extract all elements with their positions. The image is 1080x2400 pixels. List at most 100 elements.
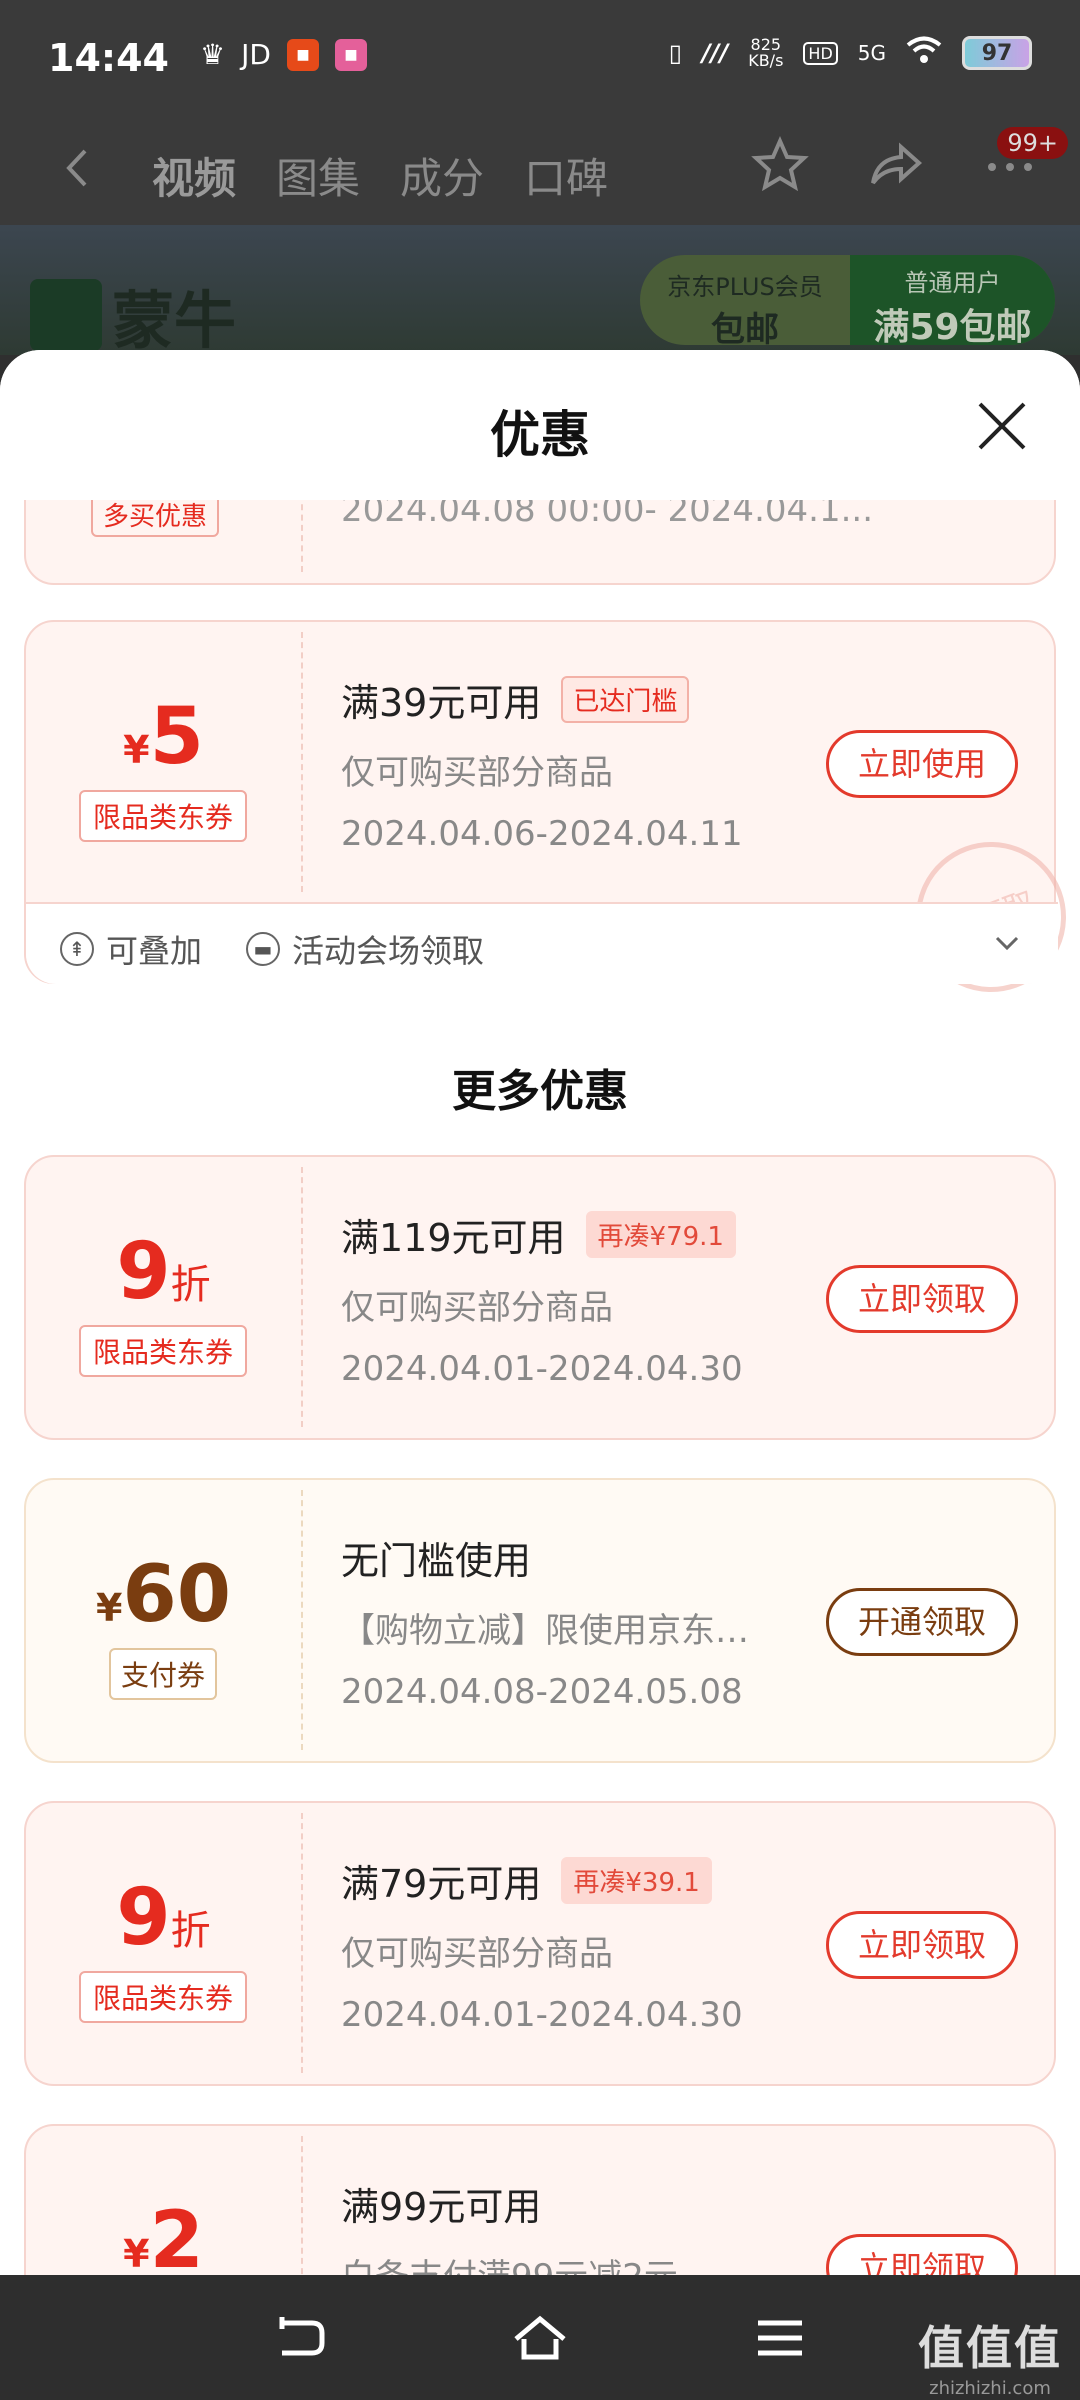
coupon-condition-row: 满39元可用 已达门槛 <box>341 672 821 727</box>
coupon-divider <box>301 1167 303 1427</box>
coupon-type-tag: 限品类东券 <box>79 1325 247 1377</box>
claim-now-button[interactable]: 立即领取 <box>826 2234 1018 2275</box>
back-arrow-icon[interactable] <box>55 145 101 191</box>
coupon-value-area: ¥5 限品类东券 <box>26 622 301 902</box>
event-venue-label: 活动会场领取 <box>292 932 485 970</box>
coupon-type-tag: 支付券 <box>109 1648 217 1700</box>
coupon-details: 满39元可用 已达门槛 仅可购买部分商品 2024.04.06-2024.04.… <box>341 672 821 854</box>
hd-icon: HD <box>803 41 838 65</box>
coupon-scope: 仅可购买部分商品 <box>341 1288 613 1328</box>
activate-claim-button[interactable]: 开通领取 <box>826 1588 1018 1656</box>
coupon-divider <box>301 632 303 892</box>
coupon-type-tag: 限品类东券 <box>79 790 247 842</box>
coupon-scope: 【购物立减】限使用京东… <box>341 1611 749 1651</box>
coupon-card: 9折 限品类东券 满119元可用 再凑¥79.1 仅可购买部分商品 2024.0… <box>24 1155 1056 1440</box>
coupon-amount-unit: 折 <box>170 1908 211 1954</box>
more-offers-title: 更多优惠 <box>452 1066 628 1117</box>
status-system-icons: ▯ /// 825 KB/s HD 5G 97 <box>669 36 1032 70</box>
coupon-value-area: 9折 限品类东券 <box>26 1803 301 2083</box>
home-nav-icon[interactable] <box>512 2313 568 2363</box>
back-nav-icon[interactable] <box>272 2313 328 2363</box>
coupon-condition: 满119元可用 <box>341 1216 566 1260</box>
favorite-star-icon[interactable] <box>750 135 810 195</box>
watermark: 值值值 zhizhizhi.com <box>918 2312 1062 2399</box>
brand-banner: 蒙牛 京东PLUS会员 包邮 普通用户 满59包邮 <box>0 225 1080 357</box>
coupon-amount-value: 9 <box>116 1227 171 1317</box>
coupon-divider <box>301 1490 303 1750</box>
brand-logo: 蒙牛 <box>30 270 236 360</box>
regular-user-label: 普通用户 <box>904 269 1001 297</box>
sheet-header: 优惠 <box>0 350 1080 500</box>
coupon-scope: 白条支付满99元减2元 … <box>341 2249 821 2275</box>
coupon-condition: 无门槛使用 <box>341 1539 532 1583</box>
tab-ingredients[interactable]: 成分 <box>400 145 484 206</box>
use-now-button[interactable]: 立即使用 <box>826 730 1018 798</box>
stackable-label: 可叠加 <box>106 932 203 970</box>
tab-gallery[interactable]: 图集 <box>276 145 360 206</box>
coupon-card: ¥2 满99元可用 白条支付满99元减2元 … 立即领取 <box>24 2124 1056 2275</box>
coupon-amount-value: 9 <box>116 1873 171 1963</box>
coupon-amount-value: 60 <box>122 1550 231 1640</box>
app-icon-red: ■ <box>286 38 319 71</box>
claim-now-button[interactable]: 立即领取 <box>826 1265 1018 1333</box>
battery-icon: 97 <box>962 36 1032 70</box>
net-speed: 825 KB/s <box>748 37 783 69</box>
coupon-divider <box>301 1813 303 2073</box>
signal-speed-icon: /// <box>701 39 729 67</box>
coupon-amount: ¥60 <box>26 1550 301 1640</box>
coupon-details: 满79元可用 再凑¥39.1 仅可购买部分商品 2024.04.01-2024.… <box>341 1853 821 2035</box>
product-top-nav: 视频 图集 成分 口碑 99+ <box>0 115 1080 225</box>
menu-nav-icon[interactable] <box>752 2313 808 2363</box>
coupon-amount-unit: 折 <box>170 1262 211 1308</box>
watermark-url: zhizhizhi.com <box>929 2378 1051 2399</box>
5g-signal-icon: 5G <box>857 41 886 65</box>
coupon-condition: 满99元可用 <box>341 2185 542 2229</box>
tab-reviews[interactable]: 口碑 <box>524 145 608 206</box>
coupon-details: 满119元可用 再凑¥79.1 仅可购买部分商品 2024.04.01-2024… <box>341 1207 821 1389</box>
sheet-title: 优惠 <box>490 406 590 464</box>
stackable-feature: ⇞ 可叠加 <box>60 926 202 972</box>
coupon-validity: 2024.04.08-2024.05.08 <box>341 1672 743 1712</box>
watermark-logo: 值值值 <box>918 2321 1062 2375</box>
status-time: 14:44 <box>48 36 169 80</box>
discount-sheet: 优惠 多买优惠 2024.04.08 00:00- 2024.04.1... ¥… <box>0 350 1080 2275</box>
plus-member-value: 包邮 <box>711 310 779 345</box>
remaining-amount-tag: 再凑¥79.1 <box>585 1211 736 1258</box>
coupon-condition-row: 无门槛使用 <box>341 1530 821 1585</box>
brand-name: 蒙牛 <box>112 284 237 357</box>
coupon-card: ¥60 支付券 无门槛使用 【购物立减】限使用京东… 2024.04.08-20… <box>24 1478 1056 1763</box>
vibrate-icon: ▯ <box>668 39 682 67</box>
tab-video[interactable]: 视频 <box>152 145 236 206</box>
remaining-amount-tag: 再凑¥39.1 <box>561 1857 712 1904</box>
shipping-info-pill: 京东PLUS会员 包邮 普通用户 满59包邮 <box>640 255 1055 345</box>
claim-now-button[interactable]: 立即领取 <box>826 1911 1018 1979</box>
claimed-coupon-card: ¥5 限品类东券 满39元可用 已达门槛 仅可购买部分商品 2024.04.06… <box>24 620 1080 1014</box>
coupon-validity: 2024.04.01-2024.04.30 <box>341 1349 743 1389</box>
coupon-value-area: 9折 限品类东券 <box>26 1157 301 1437</box>
coupon-amount: ¥2 <box>26 2196 301 2275</box>
share-icon[interactable] <box>865 135 925 195</box>
coupon-condition-row: 满119元可用 再凑¥79.1 <box>341 1207 821 1262</box>
currency-symbol: ¥ <box>96 1586 123 1630</box>
coupon-divider <box>301 2136 303 2275</box>
coupon-amount-value: 2 <box>149 2196 204 2275</box>
brand-mark-icon <box>30 279 102 351</box>
coupon-amount-value: 5 <box>149 692 204 782</box>
coupon-scope: 仅可购买部分商品 <box>341 753 613 793</box>
coupon-type-tag: 限品类东券 <box>79 1971 247 2023</box>
regular-user-value: 满59包邮 <box>873 307 1032 345</box>
close-icon[interactable] <box>974 398 1030 454</box>
coupon-scope: 仅可购买部分商品 <box>341 1934 613 1974</box>
coupon-features-row: ⇞ 可叠加 ▬ 活动会场领取 <box>26 902 1058 984</box>
coupon-condition: 满39元可用 <box>341 681 542 725</box>
stack-icon: ⇞ <box>60 932 94 966</box>
currency-symbol: ¥ <box>123 728 150 772</box>
status-bar: 14:44 ♛ JD ■ ■ ▯ /// 825 KB/s HD 5G 97 <box>0 0 1080 115</box>
coupon-condition-row: 满79元可用 再凑¥39.1 <box>341 1853 821 1908</box>
plus-member-label: 京东PLUS会员 <box>667 273 823 301</box>
chevron-down-icon[interactable] <box>992 928 1022 958</box>
net-speed-unit: KB/s <box>748 51 784 70</box>
message-count-badge: 99+ <box>997 127 1068 159</box>
plus-shipping: 京东PLUS会员 包邮 <box>640 255 850 345</box>
wifi-icon <box>906 36 942 70</box>
